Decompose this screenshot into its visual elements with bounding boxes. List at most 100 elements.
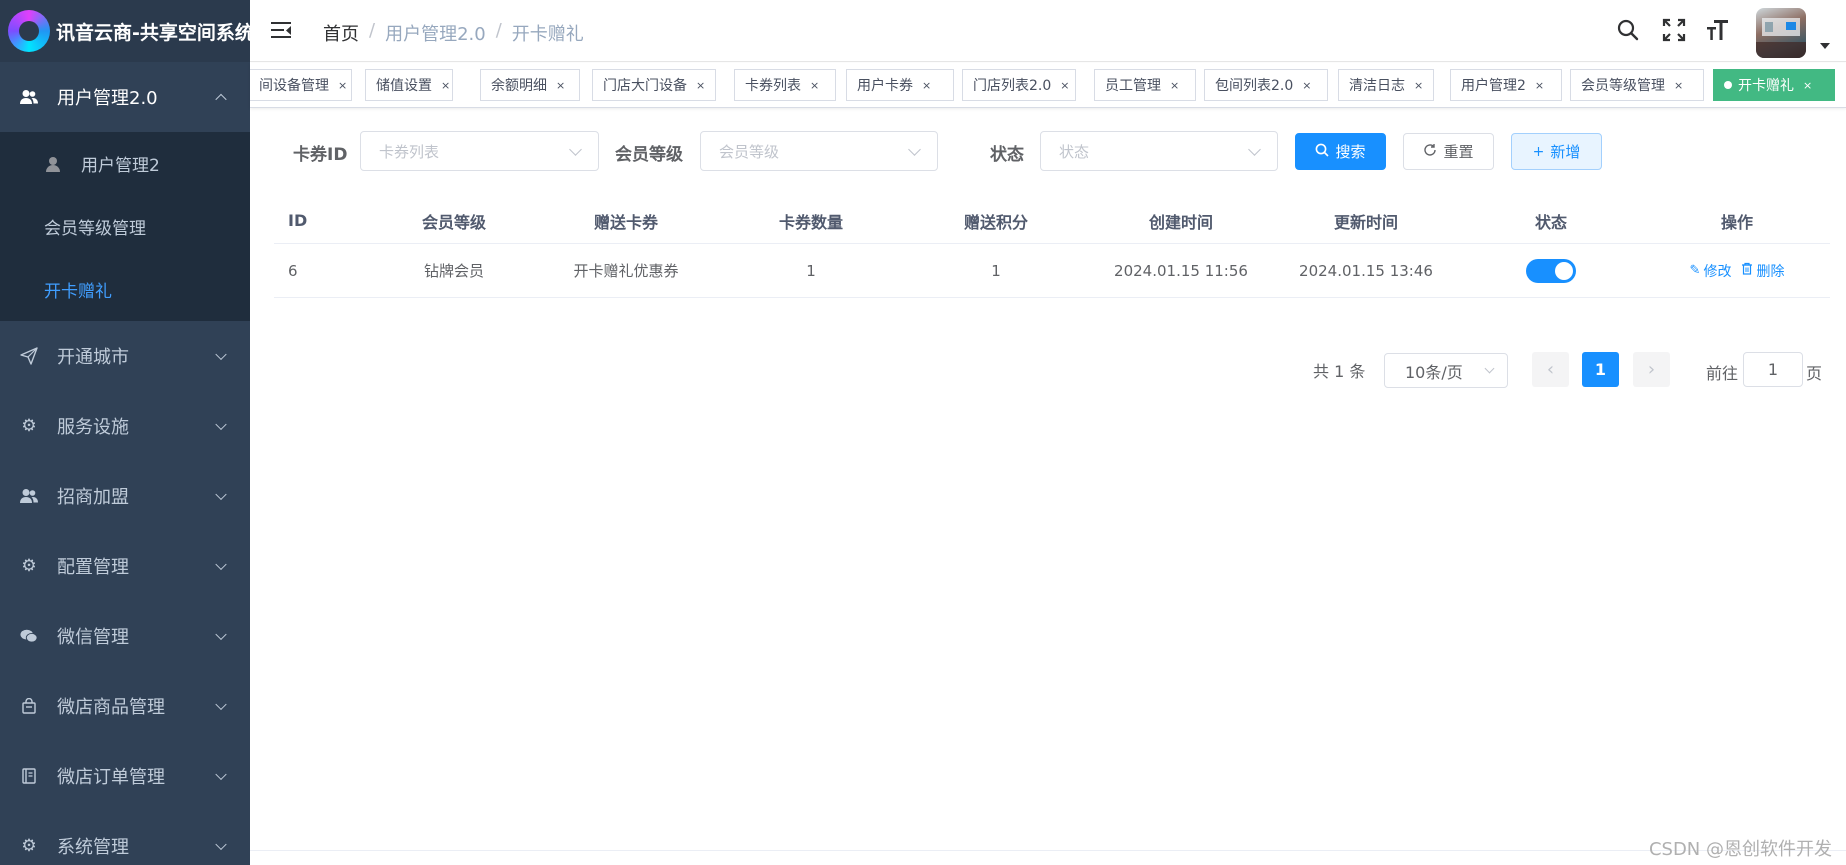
tag-item[interactable]: 清洁日志 × bbox=[1338, 69, 1434, 101]
submenu-user-mgmt: 用户管理2 会员等级管理 开卡赠礼 bbox=[0, 132, 250, 321]
sidebar: 讯音云商-共享空间系统 用户管理2.0 用户管理2 会员等级管理 开卡赠礼 开通… bbox=[0, 0, 250, 865]
next-page-button[interactable]: › bbox=[1633, 352, 1670, 387]
cell-updated-time: 2024.01.15 13:46 bbox=[1299, 261, 1433, 280]
add-button-label: 新增 bbox=[1550, 143, 1581, 161]
tag-item[interactable]: 用户管理2 × bbox=[1450, 69, 1562, 101]
caret-down-icon[interactable] bbox=[1820, 43, 1830, 49]
tag-label: 余额明细 bbox=[491, 78, 547, 94]
sidebar-item-label: 用户管理2 bbox=[81, 156, 160, 176]
sidebar-group-config[interactable]: ⚙ 配置管理 bbox=[0, 531, 250, 601]
status-select[interactable]: 状态 bbox=[1040, 131, 1278, 171]
breadcrumb: 首页 / 用户管理2.0 / 开卡赠礼 bbox=[323, 20, 584, 46]
sidebar-group-franchise[interactable]: 招商加盟 bbox=[0, 461, 250, 531]
close-icon[interactable]: × bbox=[810, 79, 819, 92]
close-icon[interactable]: × bbox=[696, 79, 705, 92]
sidebar-item-user-mgmt2[interactable]: 用户管理2 bbox=[0, 132, 250, 195]
tag-item-active[interactable]: 开卡赠礼 × bbox=[1713, 69, 1835, 101]
user-group-icon bbox=[20, 487, 38, 505]
sidebar-group-label: 系统管理 bbox=[57, 837, 129, 858]
tag-label: 卡券列表 bbox=[745, 78, 801, 94]
chevron-down-icon bbox=[215, 628, 227, 641]
user-avatar[interactable] bbox=[1756, 8, 1806, 58]
close-icon[interactable]: × bbox=[1170, 79, 1179, 92]
tag-item[interactable]: 包间列表2.0 × bbox=[1204, 69, 1328, 101]
top-navbar: 首页 / 用户管理2.0 / 开卡赠礼 bbox=[250, 0, 1846, 62]
chevron-down-icon bbox=[215, 558, 227, 571]
sidebar-item-card-gift[interactable]: 开卡赠礼 bbox=[0, 258, 250, 321]
tag-label: 清洁日志 bbox=[1349, 78, 1405, 94]
sidebar-group-shop-goods[interactable]: 微店商品管理 bbox=[0, 671, 250, 741]
delete-link[interactable]: 删除 bbox=[1741, 261, 1784, 281]
tags-view: 间设备管理 × 储值设置 × 余额明细 × 门店大门设备 × 卡券列表 × 用户卡券 × 门… bbox=[250, 63, 1846, 108]
edit-link[interactable]: ✎ 修改 bbox=[1690, 261, 1732, 281]
sidebar-group-wechat[interactable]: 微信管理 bbox=[0, 601, 250, 671]
tag-item[interactable]: 门店大门设备 × bbox=[592, 69, 716, 101]
close-icon[interactable]: × bbox=[556, 79, 565, 92]
close-icon[interactable]: × bbox=[1803, 79, 1812, 92]
delete-label: 删除 bbox=[1756, 263, 1785, 280]
reset-button[interactable]: 重置 bbox=[1403, 133, 1494, 170]
menu-toggle-icon[interactable] bbox=[271, 22, 291, 40]
tag-item[interactable]: 储值设置 × bbox=[365, 69, 453, 101]
fullscreen-icon[interactable] bbox=[1662, 18, 1686, 42]
sidebar-group-label: 招商加盟 bbox=[57, 487, 129, 508]
gear-icon: ⚙ bbox=[21, 836, 37, 856]
tag-label: 门店大门设备 bbox=[603, 78, 687, 94]
breadcrumb-home[interactable]: 首页 bbox=[323, 20, 359, 46]
select-placeholder: 状态 bbox=[1059, 142, 1090, 161]
column-header: 状态 bbox=[1534, 212, 1567, 232]
app-root: 讯音云商-共享空间系统 用户管理2.0 用户管理2 会员等级管理 开卡赠礼 开通… bbox=[0, 0, 1846, 865]
tag-item[interactable]: 卡券列表 × bbox=[734, 69, 836, 101]
member-level-select[interactable]: 会员等级 bbox=[700, 131, 938, 171]
sidebar-group-user-mgmt[interactable]: 用户管理2.0 bbox=[0, 62, 250, 132]
close-icon[interactable]: × bbox=[1060, 79, 1069, 92]
chevron-down-icon bbox=[215, 418, 227, 431]
tag-item[interactable]: 余额明细 × bbox=[480, 69, 580, 101]
breadcrumb-separator: / bbox=[495, 20, 502, 41]
trash-icon bbox=[1741, 262, 1753, 279]
chevron-down-icon bbox=[569, 143, 582, 156]
sidebar-group-cities[interactable]: 开通城市 bbox=[0, 321, 250, 391]
tag-item[interactable]: 员工管理 × bbox=[1094, 69, 1196, 101]
page-size-select[interactable]: 10条/页 bbox=[1384, 353, 1508, 388]
prev-page-button[interactable]: ‹ bbox=[1532, 352, 1569, 387]
table-row[interactable]: 6 钻牌会员 开卡赠礼优惠券 1 1 2024.01.15 11:56 2024… bbox=[274, 244, 1830, 298]
goto-page-input[interactable]: 1 bbox=[1743, 352, 1803, 387]
close-icon[interactable]: × bbox=[1674, 79, 1683, 92]
tag-label: 门店列表2.0 bbox=[973, 78, 1052, 94]
chevron-right-icon: › bbox=[1647, 359, 1656, 380]
status-toggle[interactable] bbox=[1526, 258, 1576, 283]
search-icon[interactable] bbox=[1616, 18, 1640, 42]
tag-label: 用户卡券 bbox=[857, 78, 913, 94]
sidebar-group-label: 服务设施 bbox=[57, 417, 129, 438]
sidebar-group-system[interactable]: ⚙ 系统管理 bbox=[0, 811, 250, 865]
close-icon[interactable]: × bbox=[1535, 79, 1544, 92]
sidebar-group-facilities[interactable]: ⚙ 服务设施 bbox=[0, 391, 250, 461]
paper-plane-icon bbox=[20, 347, 38, 365]
sidebar-group-shop-orders[interactable]: 微店订单管理 bbox=[0, 741, 250, 811]
sidebar-item-member-level[interactable]: 会员等级管理 bbox=[0, 195, 250, 258]
tag-item[interactable]: 会员等级管理 × bbox=[1570, 69, 1704, 101]
close-icon[interactable]: × bbox=[338, 79, 347, 92]
status-label: 状态 bbox=[990, 145, 1024, 165]
chevron-down-icon bbox=[215, 488, 227, 501]
font-size-icon[interactable] bbox=[1706, 18, 1730, 42]
tag-item[interactable]: 用户卡券 × bbox=[846, 69, 954, 101]
search-button[interactable]: 搜索 bbox=[1295, 133, 1386, 170]
tag-label: 用户管理2 bbox=[1461, 78, 1526, 94]
close-icon[interactable]: × bbox=[922, 79, 931, 92]
card-id-select[interactable]: 卡券列表 bbox=[360, 131, 599, 171]
active-dot-icon bbox=[1724, 81, 1732, 89]
logo-area[interactable]: 讯音云商-共享空间系统 bbox=[0, 0, 250, 62]
close-icon[interactable]: × bbox=[441, 79, 450, 92]
breadcrumb-current: 开卡赠礼 bbox=[511, 24, 584, 45]
close-icon[interactable]: × bbox=[1414, 79, 1423, 92]
close-icon[interactable]: × bbox=[1302, 79, 1311, 92]
page-number-button[interactable]: 1 bbox=[1582, 352, 1619, 387]
tag-item[interactable]: 间设备管理 × bbox=[250, 69, 352, 101]
gear-icon: ⚙ bbox=[21, 556, 37, 576]
select-placeholder: 会员等级 bbox=[719, 142, 780, 161]
tag-item[interactable]: 门店列表2.0 × bbox=[962, 69, 1076, 101]
add-button[interactable]: + 新增 bbox=[1511, 133, 1602, 170]
column-header: 会员等级 bbox=[421, 212, 486, 232]
